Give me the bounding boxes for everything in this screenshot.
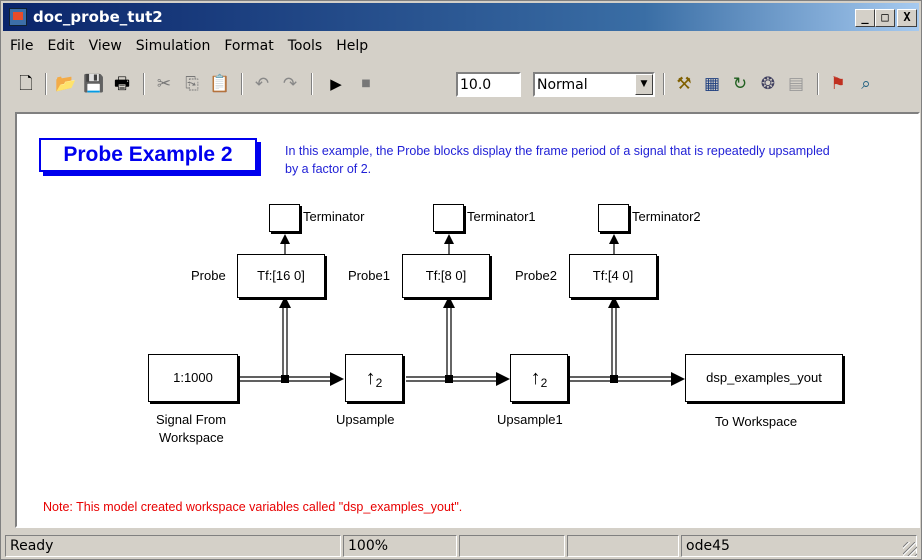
- status-zoom: 100%: [343, 535, 457, 557]
- terminator2-label: Terminator2: [632, 209, 701, 224]
- status-solver: ode45: [681, 535, 917, 557]
- title-bar[interactable]: doc_probe_tut2 _ □ X: [3, 3, 919, 31]
- model-explorer-icon[interactable]: ⌕: [853, 71, 879, 97]
- toolbar-separator: [663, 73, 665, 95]
- up-arrow-icon: ↑: [365, 367, 376, 389]
- refresh-icon[interactable]: ↻: [727, 71, 753, 97]
- model-title-annotation[interactable]: Probe Example 2: [39, 138, 257, 172]
- note-annotation[interactable]: Note: This model created workspace varia…: [43, 500, 462, 514]
- close-button[interactable]: X: [897, 9, 917, 27]
- probe2-label: Probe2: [515, 268, 557, 283]
- menu-edit[interactable]: Edit: [40, 35, 81, 54]
- chevron-down-icon[interactable]: ▼: [635, 74, 653, 95]
- menu-simulation[interactable]: Simulation: [129, 35, 218, 54]
- menu-view[interactable]: View: [82, 35, 129, 54]
- description-annotation[interactable]: In this example, the Probe blocks displa…: [285, 142, 845, 178]
- terminator1-label: Terminator1: [467, 209, 536, 224]
- upsample1-factor: 2: [540, 376, 548, 390]
- stop-simulation-icon[interactable]: ■: [353, 71, 379, 97]
- model-browser-icon[interactable]: ❂: [755, 71, 781, 97]
- start-simulation-icon[interactable]: ▶: [323, 71, 349, 97]
- probe1-label: Probe1: [348, 268, 390, 283]
- paste-icon[interactable]: 📋: [207, 71, 233, 97]
- window-title: doc_probe_tut2: [33, 8, 163, 26]
- toolbar-separator: [45, 73, 47, 95]
- toolbar-separator: [241, 73, 243, 95]
- build-icon[interactable]: ⚒: [671, 71, 697, 97]
- menu-tools[interactable]: Tools: [281, 35, 330, 54]
- to-workspace-label: To Workspace: [715, 414, 798, 429]
- status-state: Ready: [5, 535, 341, 557]
- open-folder-icon[interactable]: 📂: [53, 71, 79, 97]
- undo-icon[interactable]: ↶: [249, 71, 275, 97]
- minimize-button[interactable]: _: [855, 9, 875, 27]
- new-model-icon[interactable]: 🗋: [13, 71, 39, 97]
- probe2-block[interactable]: Tf:[4 0]: [569, 254, 657, 298]
- simulation-mode-select[interactable]: Normal ▼: [533, 72, 655, 97]
- signal-from-workspace-block[interactable]: 1:1000: [148, 354, 238, 402]
- status-panel-empty: [459, 535, 565, 557]
- menu-file[interactable]: File: [3, 35, 40, 54]
- up-arrow-icon: ↑: [530, 367, 541, 389]
- simulink-window: doc_probe_tut2 _ □ X File Edit View Simulat…: [0, 0, 922, 560]
- menu-format[interactable]: Format: [217, 35, 280, 54]
- simulation-mode-value: Normal: [537, 77, 588, 93]
- upsample1-label: Upsample1: [497, 412, 563, 427]
- redo-icon[interactable]: ↷: [277, 71, 303, 97]
- signal-from-workspace-label-line2: Workspace: [159, 430, 224, 445]
- toolbar: 🗋 📂 💾 🖶 ✂ ⎘ 📋 ↶ ↷ ▶ ■ 10.0 Normal ▼ ⚒ ▦ …: [3, 65, 919, 105]
- cut-icon[interactable]: ✂: [151, 71, 177, 97]
- upsample-factor: 2: [375, 376, 383, 390]
- save-icon[interactable]: 💾: [81, 71, 107, 97]
- maximize-button[interactable]: □: [875, 9, 895, 27]
- terminator1-block[interactable]: [433, 204, 464, 232]
- print-icon[interactable]: 🖶: [109, 71, 135, 97]
- toolbar-separator: [143, 73, 145, 95]
- copy-icon[interactable]: ⎘: [179, 71, 205, 97]
- signal-from-workspace-label-line1: Signal From: [156, 412, 227, 427]
- probe-label: Probe: [191, 268, 226, 283]
- status-panel-empty: [567, 535, 679, 557]
- simulink-model-icon: [9, 8, 27, 26]
- menu-bar: File Edit View Simulation Format Tools Help: [3, 35, 375, 59]
- status-bar: Ready 100% ode45: [3, 533, 919, 558]
- update-diagram-icon[interactable]: ▦: [699, 71, 725, 97]
- probe1-block[interactable]: Tf:[8 0]: [402, 254, 490, 298]
- toolbar-separator: [311, 73, 313, 95]
- library-browser-icon[interactable]: ⚑: [825, 71, 851, 97]
- terminator-block[interactable]: [269, 204, 300, 232]
- terminator-label: Terminator: [303, 209, 365, 224]
- upsample-block[interactable]: ↑2: [345, 354, 403, 402]
- terminator2-block[interactable]: [598, 204, 629, 232]
- debug-icon[interactable]: ▤: [783, 71, 809, 97]
- model-canvas[interactable]: Probe Example 2 In this example, the Pro…: [15, 112, 920, 528]
- stop-time-input[interactable]: 10.0: [456, 72, 521, 97]
- upsample1-block[interactable]: ↑2: [510, 354, 568, 402]
- resize-grip[interactable]: [903, 542, 917, 556]
- upsample-label: Upsample: [336, 412, 395, 427]
- to-workspace-block[interactable]: dsp_examples_yout: [685, 354, 843, 402]
- probe-block[interactable]: Tf:[16 0]: [237, 254, 325, 298]
- menu-help[interactable]: Help: [329, 35, 375, 54]
- toolbar-separator: [817, 73, 819, 95]
